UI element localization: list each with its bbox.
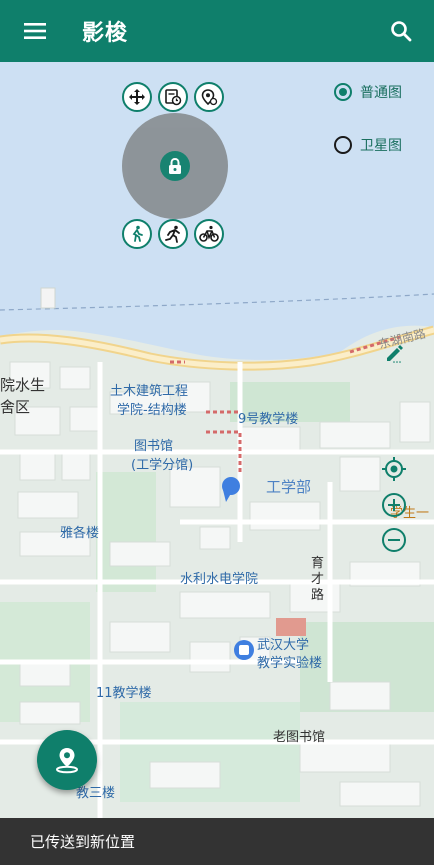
go-to-location-fab[interactable] <box>37 730 97 790</box>
app-bar: 影梭 <box>0 0 434 62</box>
edit-location-button[interactable] <box>381 340 407 366</box>
joystick-pad[interactable] <box>122 113 228 219</box>
radio-selected[interactable] <box>334 83 352 101</box>
map-label: 土木建筑工程 <box>110 384 189 399</box>
map-label: 学院-结构楼 <box>117 403 187 418</box>
move-icon <box>129 89 145 105</box>
pencil-icon <box>387 345 403 363</box>
map-label: 工学部 <box>266 478 312 496</box>
snackbar-message: 已传送到新位置 <box>30 833 136 851</box>
radio-unselected[interactable] <box>334 136 352 154</box>
run-icon <box>165 225 180 243</box>
walk-icon <box>132 225 143 242</box>
map-label: 院水生 <box>0 376 46 394</box>
my-location-icon <box>382 457 406 481</box>
map-label: 雅各楼 <box>60 526 100 541</box>
menu-button[interactable] <box>18 14 52 48</box>
map-type-satellite[interactable]: 卫星图 <box>334 135 402 155</box>
history-button[interactable] <box>158 82 188 112</box>
walk-speed-button[interactable] <box>122 219 152 249</box>
location-settings-button[interactable] <box>194 82 224 112</box>
bike-speed-button[interactable] <box>194 219 224 249</box>
map-label: 老图书馆 <box>273 730 326 745</box>
menu-icon <box>24 23 46 39</box>
map-label: 武汉大学 <box>257 638 310 653</box>
location-pin-icon <box>56 748 78 774</box>
zoom-out-icon <box>382 528 406 552</box>
lock-icon <box>169 157 181 174</box>
run-speed-button[interactable] <box>158 219 188 249</box>
search-icon <box>391 21 412 42</box>
bike-icon <box>199 225 219 242</box>
map-type-normal-label: 普通图 <box>360 85 402 101</box>
map-label: (工学分馆) <box>131 458 194 473</box>
move-button[interactable] <box>122 82 152 112</box>
zoom-in-icon <box>382 493 406 517</box>
map-label: 11教学楼 <box>96 686 152 701</box>
map-label: 路 <box>311 588 325 603</box>
map-view[interactable]: 东湖南路 院水生 舍区 土木建筑工程 学院-结构楼 9号教学楼 图书馆 (工学分… <box>0 62 434 818</box>
map-type-satellite-label: 卫星图 <box>360 138 402 154</box>
search-button[interactable] <box>384 14 418 48</box>
app-title: 影梭 <box>82 21 129 46</box>
map-label: 9号教学楼 <box>238 412 299 427</box>
history-icon <box>165 89 182 106</box>
map-type-normal[interactable]: 普通图 <box>334 82 402 102</box>
location-settings-icon <box>201 89 218 106</box>
map-label: 水利水电学院 <box>180 572 259 587</box>
map-label: 图书馆 <box>134 439 174 454</box>
map-label: 教学实验楼 <box>257 656 323 671</box>
zoom-in-button[interactable] <box>381 492 407 518</box>
zoom-out-button[interactable] <box>381 527 407 553</box>
snackbar: 已传送到新位置 <box>0 818 434 865</box>
joystick-lock-button[interactable] <box>160 151 190 181</box>
map-label: 舍区 <box>0 398 31 416</box>
my-location-button[interactable] <box>381 456 407 482</box>
